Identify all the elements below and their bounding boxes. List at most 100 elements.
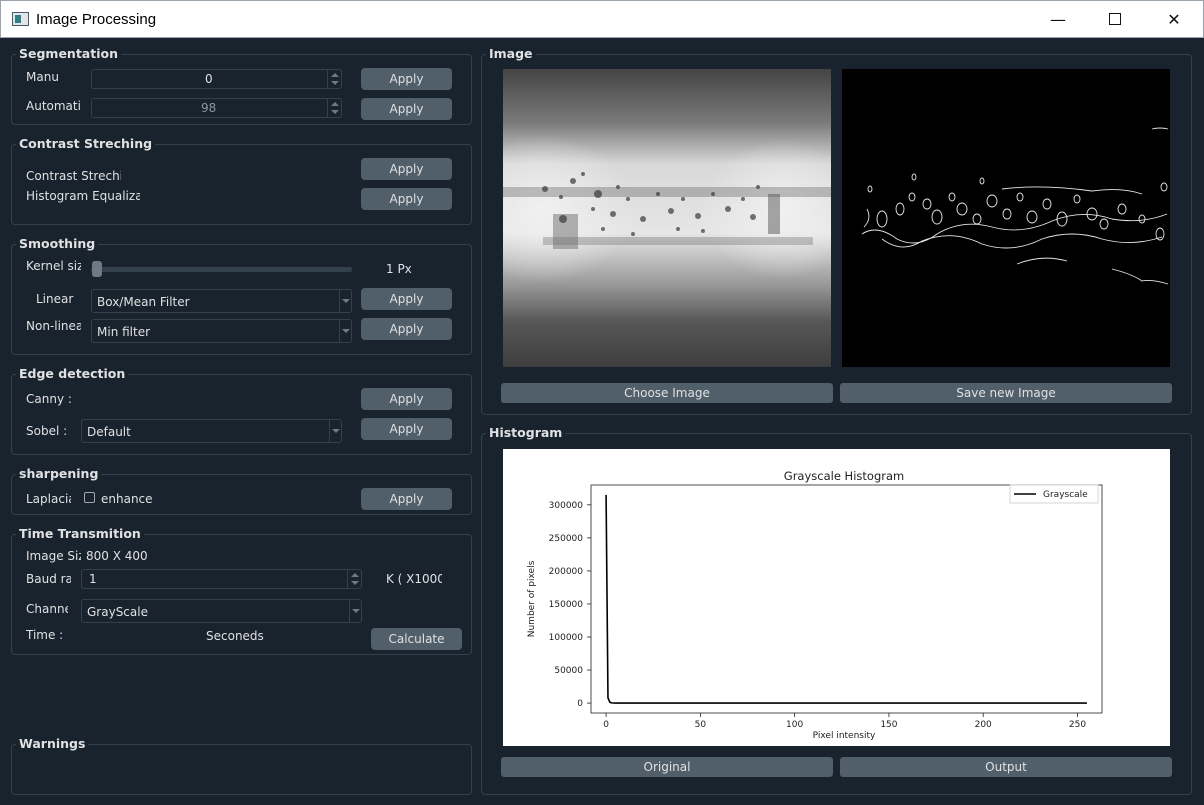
manual-value: 0: [205, 72, 213, 86]
output-histogram-button[interactable]: Output: [840, 757, 1172, 777]
contrast-title: Contrast Streching: [16, 136, 156, 151]
automatic-apply-button[interactable]: Apply: [361, 98, 452, 120]
smoothing-title: Smoothing: [16, 236, 99, 251]
baud-rate-label: Baud rate: [26, 572, 71, 586]
y-tick-label: 0: [577, 699, 583, 709]
nonlinear-filter-select[interactable]: Min filter: [91, 319, 352, 343]
close-button[interactable]: ✕: [1145, 1, 1203, 37]
chart-xlabel: Pixel intensity: [813, 731, 876, 741]
spin-arrows-icon[interactable]: [347, 570, 361, 588]
time-transmition-title: Time Transmition: [16, 526, 144, 541]
original-image-graphic: [503, 69, 831, 367]
x-tick-label: 150: [880, 720, 897, 730]
minimize-icon: —: [1050, 9, 1066, 29]
x-tick-label: 100: [786, 720, 803, 730]
histogram-equalization-label: Histogram Equalization: [26, 189, 140, 203]
canny-label: Canny :: [26, 392, 72, 406]
nonlinear-filter-value: Min filter: [97, 325, 151, 339]
sharpening-title: sharpening: [16, 466, 102, 481]
enhanced-label: enhanced: [101, 492, 152, 506]
histogram-title: Histogram: [486, 425, 566, 440]
automatic-value: 98: [201, 101, 217, 115]
save-image-button[interactable]: Save new Image: [840, 383, 1172, 403]
sobel-label: Sobel :: [26, 424, 68, 438]
chevron-down-icon: [349, 600, 361, 622]
canny-apply-button[interactable]: Apply: [361, 388, 452, 410]
y-tick-label: 250000: [549, 534, 584, 544]
automatic-label: Automatic: [26, 99, 81, 113]
maximize-icon: [1109, 13, 1121, 25]
choose-image-button[interactable]: Choose Image: [501, 383, 833, 403]
kernel-slider-handle[interactable]: [92, 261, 102, 277]
baud-rate-value: 1: [89, 572, 97, 586]
sobel-apply-button[interactable]: Apply: [361, 418, 452, 440]
linear-filter-select[interactable]: Box/Mean Filter: [91, 289, 352, 313]
automatic-spinbox[interactable]: 98: [91, 98, 342, 118]
image-size-label: Image Size: [26, 549, 81, 563]
original-histogram-button[interactable]: Original: [501, 757, 833, 777]
minimize-button[interactable]: —: [1029, 1, 1087, 37]
y-tick-label: 100000: [549, 633, 584, 643]
series-line-grayscale: [605, 494, 1087, 704]
chart-legend: Grayscale: [1009, 484, 1099, 504]
channel-value: GrayScale: [87, 605, 148, 619]
sobel-select[interactable]: Default: [81, 419, 342, 443]
channel-select[interactable]: GrayScale: [81, 599, 362, 623]
chevron-down-icon: [339, 320, 351, 342]
manual-label: Manu: [26, 70, 59, 84]
chevron-down-icon: [339, 290, 351, 312]
x-tick-label: 0: [603, 720, 609, 730]
manual-apply-button[interactable]: Apply: [361, 68, 452, 90]
time-unit-label: Seconeds: [206, 629, 264, 643]
chart-title: Grayscale Histogram: [784, 469, 904, 483]
x-tick-label: 50: [695, 720, 707, 730]
y-tick-label: 50000: [554, 666, 583, 676]
original-image: [503, 69, 831, 367]
warnings-title: Warnings: [16, 736, 89, 751]
linear-apply-button[interactable]: Apply: [361, 288, 452, 310]
app-icon: [12, 12, 29, 26]
histeq-apply-button[interactable]: Apply: [361, 188, 452, 210]
enhanced-checkbox[interactable]: [84, 492, 95, 503]
sobel-value: Default: [87, 425, 131, 439]
y-tick-label: 200000: [549, 567, 584, 577]
x-tick-label: 200: [975, 720, 992, 730]
chart-ylabel: Number of pixels: [527, 560, 537, 637]
baud-unit-label: K ( X1000: [386, 572, 442, 586]
kernel-size-label: Kernel size: [26, 259, 81, 273]
spin-arrows-icon[interactable]: [327, 99, 341, 117]
nonlinear-label: Non-linear: [26, 319, 81, 333]
output-image-graphic: [861, 127, 1169, 285]
linear-label: Linear: [36, 292, 74, 306]
y-tick-label: 150000: [549, 600, 584, 610]
linear-filter-value: Box/Mean Filter: [97, 295, 190, 309]
window-titlebar: Image Processing — ✕: [0, 0, 1204, 38]
histogram-chart: Grayscale Histogram Pixel intensity Numb…: [527, 469, 1103, 741]
edge-detection-title: Edge detection: [16, 366, 129, 381]
chevron-down-icon: [329, 420, 341, 442]
laplacian-label: Laplacian: [26, 492, 71, 506]
y-tick-label: 300000: [549, 501, 584, 511]
legend-entry: Grayscale: [1043, 490, 1088, 500]
image-title: Image: [486, 46, 536, 61]
kernel-slider-track: [91, 267, 352, 272]
histogram-plot: Grayscale Histogram Pixel intensity Numb…: [503, 449, 1170, 746]
close-icon: ✕: [1167, 9, 1181, 29]
contrast-group: [11, 144, 472, 225]
maximize-button[interactable]: [1086, 1, 1144, 37]
contrast-apply-button[interactable]: Apply: [361, 158, 452, 180]
warnings-group: [11, 744, 472, 795]
image-size-value: 800 X 400: [86, 549, 148, 563]
output-image: [842, 69, 1170, 367]
baud-rate-spinbox[interactable]: 1: [81, 569, 362, 589]
x-tick-label: 250: [1069, 720, 1086, 730]
contrast-stretch-label: Contrast Streching: [26, 169, 121, 183]
segmentation-title: Segmentation: [16, 46, 121, 61]
manual-spinbox[interactable]: 0: [91, 69, 342, 89]
calculate-button[interactable]: Calculate: [371, 628, 462, 650]
sharpening-apply-button[interactable]: Apply: [361, 488, 452, 510]
nonlinear-apply-button[interactable]: Apply: [361, 318, 452, 340]
window-title: Image Processing: [36, 11, 157, 28]
spin-arrows-icon[interactable]: [327, 70, 341, 88]
chart-axes-frame: [590, 484, 1103, 714]
